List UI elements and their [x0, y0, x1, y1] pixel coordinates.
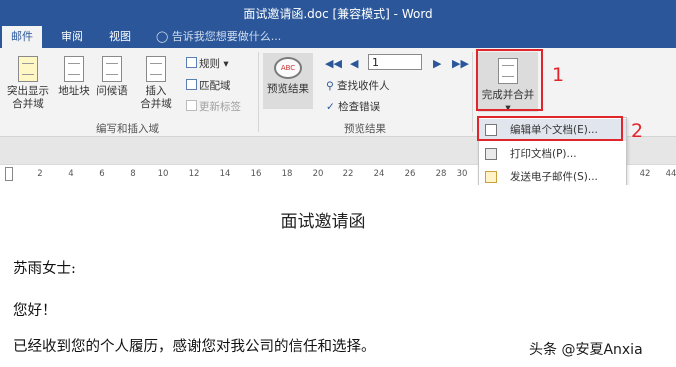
update-labels-icon [186, 100, 197, 111]
preview-group-label: 预览结果 [344, 123, 386, 135]
ruler-tick-label: 28 [435, 169, 447, 179]
ruler-tick-label: 24 [373, 169, 385, 179]
ruler-tick-label: 22 [342, 169, 354, 179]
tab-review[interactable]: 审阅 [52, 26, 92, 48]
insert-label-1: 插入 [145, 85, 167, 97]
insert-merge-field-button[interactable]: 插入 合并域 [134, 56, 178, 111]
rules-button[interactable]: 规则 ▾ [186, 56, 229, 71]
preview-results-label: 预览结果 [267, 83, 309, 95]
window-title: 面试邀请函.doc [兼容模式] - Word [243, 7, 433, 21]
ruler-tick-label: 8 [130, 169, 136, 179]
highlight-label-2: 合并域 [12, 98, 44, 110]
ribbon-tabs: 邮件 审阅 视图 ◯ 告诉我您想要做什么... [0, 26, 676, 48]
match-fields-button[interactable]: 匹配域 [186, 78, 231, 93]
tab-view[interactable]: 视图 [100, 26, 140, 48]
watermark: 头条 @安夏Anxia [529, 342, 643, 358]
lightbulb-icon: ◯ [156, 30, 169, 43]
ruler-tick-label: 4 [68, 169, 74, 179]
group-divider [472, 52, 473, 132]
address-block-label: 地址块 [58, 85, 90, 97]
ruler-tick-label: 10 [157, 169, 169, 179]
next-record-icon[interactable]: ▶ [433, 57, 441, 70]
find-recipient-label: 查找收件人 [337, 80, 390, 92]
highlight-fields-icon [18, 56, 38, 82]
insert-merge-field-icon [146, 56, 166, 82]
record-number-input[interactable]: 1 [368, 54, 422, 70]
indent-marker-icon [5, 167, 13, 181]
first-record-icon[interactable]: ◀◀ [325, 57, 342, 70]
ruler-tick-label: 14 [219, 169, 231, 179]
tell-me-box[interactable]: ◯ 告诉我您想要做什么... [156, 26, 281, 48]
greeting-line-button[interactable]: 问候语 [94, 56, 130, 98]
match-fields-icon [186, 79, 197, 90]
preview-results-icon: ABC [274, 57, 302, 79]
check-errors-label: 检查错误 [338, 101, 381, 113]
update-labels-label: 更新标签 [199, 101, 241, 113]
highlight-merge-fields-button[interactable]: 突出显示 合并域 [6, 56, 50, 111]
body-paragraph: 已经收到您的个人履历，感谢您对我公司的信任和选择。 [13, 339, 376, 355]
menu-item-label: 打印文档(P)... [510, 148, 577, 160]
tab-mailings[interactable]: 邮件 [2, 26, 42, 48]
title-bar: 面试邀请函.doc [兼容模式] - Word [0, 0, 676, 26]
address-block-button[interactable]: 地址块 [56, 56, 92, 98]
rules-icon [186, 57, 197, 68]
preview-results-button[interactable]: ABC 预览结果 [263, 53, 313, 109]
menu-item-print-documents[interactable]: 打印文档(P)... [479, 143, 626, 165]
highlight-label-1: 突出显示 [7, 85, 49, 97]
callout-box-1 [476, 49, 543, 111]
find-recipient-button[interactable]: ⚲ 查找收件人 [326, 78, 390, 93]
document-page[interactable]: 面试邀请函 苏雨女士: 您好！ 已经收到您的个人履历，感谢您对我公司的信任和选择… [0, 185, 676, 367]
ruler-tick-label: 20 [312, 169, 324, 179]
ruler-tick-label: 12 [188, 169, 200, 179]
ruler-tick-label: 16 [250, 169, 262, 179]
last-record-icon[interactable]: ▶▶ [452, 57, 469, 70]
document-heading: 面试邀请函 [280, 212, 366, 232]
update-labels-button[interactable]: 更新标签 [186, 99, 241, 114]
email-icon [485, 171, 497, 183]
callout-box-2 [477, 116, 623, 141]
ruler-tick-label: 44 [665, 169, 676, 179]
ruler-tick-label: 26 [404, 169, 416, 179]
ruler-tick-label: 6 [99, 169, 105, 179]
ruler-tick-label: 2 [37, 169, 43, 179]
printer-icon [485, 148, 497, 160]
address-block-icon [64, 56, 84, 82]
greeting-line-icon [102, 56, 122, 82]
recipient-line: 苏雨女士: [13, 261, 76, 277]
greeting-text: 您好！ [13, 303, 57, 319]
group-divider [258, 52, 259, 132]
check-errors-button[interactable]: ✓ 检查错误 [326, 99, 380, 114]
tell-me-placeholder: 告诉我您想要做什么... [171, 30, 282, 43]
rules-label: 规则 [199, 58, 220, 70]
match-fields-label: 匹配域 [199, 80, 231, 92]
ruler-tick-label: 18 [281, 169, 293, 179]
check-errors-icon: ✓ [326, 101, 335, 113]
insert-label-2: 合并域 [140, 98, 172, 110]
write-insert-group-label: 编写和插入域 [96, 123, 159, 135]
callout-number-1: 1 [552, 64, 565, 86]
callout-number-2: 2 [631, 120, 644, 142]
ruler-tick-label: 30 [456, 169, 468, 179]
ruler-tick-label: 42 [639, 169, 651, 179]
greeting-line-label: 问候语 [96, 85, 128, 97]
previous-record-icon[interactable]: ◀ [350, 57, 358, 70]
find-recipient-icon: ⚲ [326, 80, 334, 92]
